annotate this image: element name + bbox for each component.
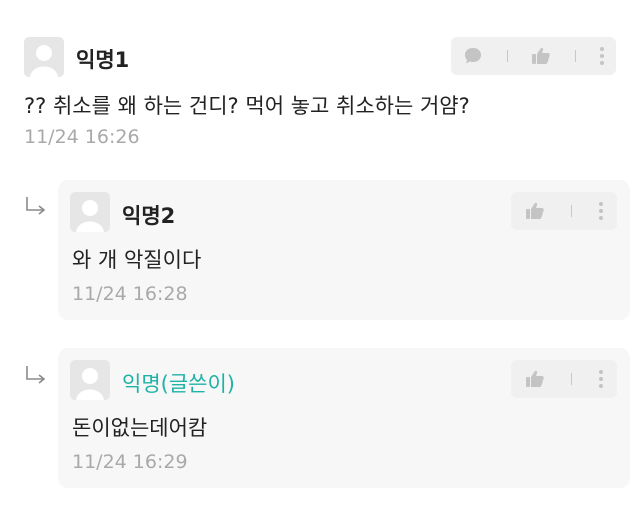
comment-author: 익명1: [76, 48, 130, 72]
thumbs-up-icon[interactable]: [524, 368, 546, 390]
reply-arrow-icon: [26, 197, 46, 215]
avatar-icon[interactable]: [24, 37, 64, 77]
reply-text: 돈이없는데어캄: [72, 416, 208, 440]
reply-arrow-icon: [26, 366, 46, 384]
reply-timestamp: 11/24 16:28: [72, 283, 188, 305]
divider: [571, 205, 573, 217]
reply-text: 와 개 악질이다: [72, 248, 202, 272]
reply-item: 익명2 와 개 악질이다 11/24 16:28: [58, 180, 630, 320]
reply-actions: [511, 192, 617, 230]
more-vertical-icon[interactable]: [598, 201, 604, 221]
more-vertical-icon[interactable]: [598, 369, 604, 389]
reply-timestamp: 11/24 16:29: [72, 451, 188, 473]
thumbs-up-icon[interactable]: [530, 45, 552, 67]
speech-bubble-icon[interactable]: [462, 45, 484, 67]
comment-actions: [451, 37, 616, 75]
comment-text: ?? 취소를 왜 하는 건디? 먹어 놓고 취소하는 거얌?: [24, 94, 470, 118]
avatar-icon[interactable]: [70, 192, 110, 232]
reply-actions: [511, 360, 617, 398]
divider: [571, 373, 573, 385]
divider: [575, 50, 577, 62]
divider: [506, 50, 508, 62]
thumbs-up-icon[interactable]: [524, 200, 546, 222]
reply-author-op: 익명(글쓴이): [122, 372, 235, 396]
avatar-icon[interactable]: [70, 360, 110, 400]
reply-author: 익명2: [122, 204, 176, 228]
more-vertical-icon[interactable]: [599, 46, 605, 66]
comment-timestamp: 11/24 16:26: [24, 126, 140, 148]
reply-item: 익명(글쓴이) 돈이없는데어캄 11/24 16:29: [58, 348, 630, 488]
